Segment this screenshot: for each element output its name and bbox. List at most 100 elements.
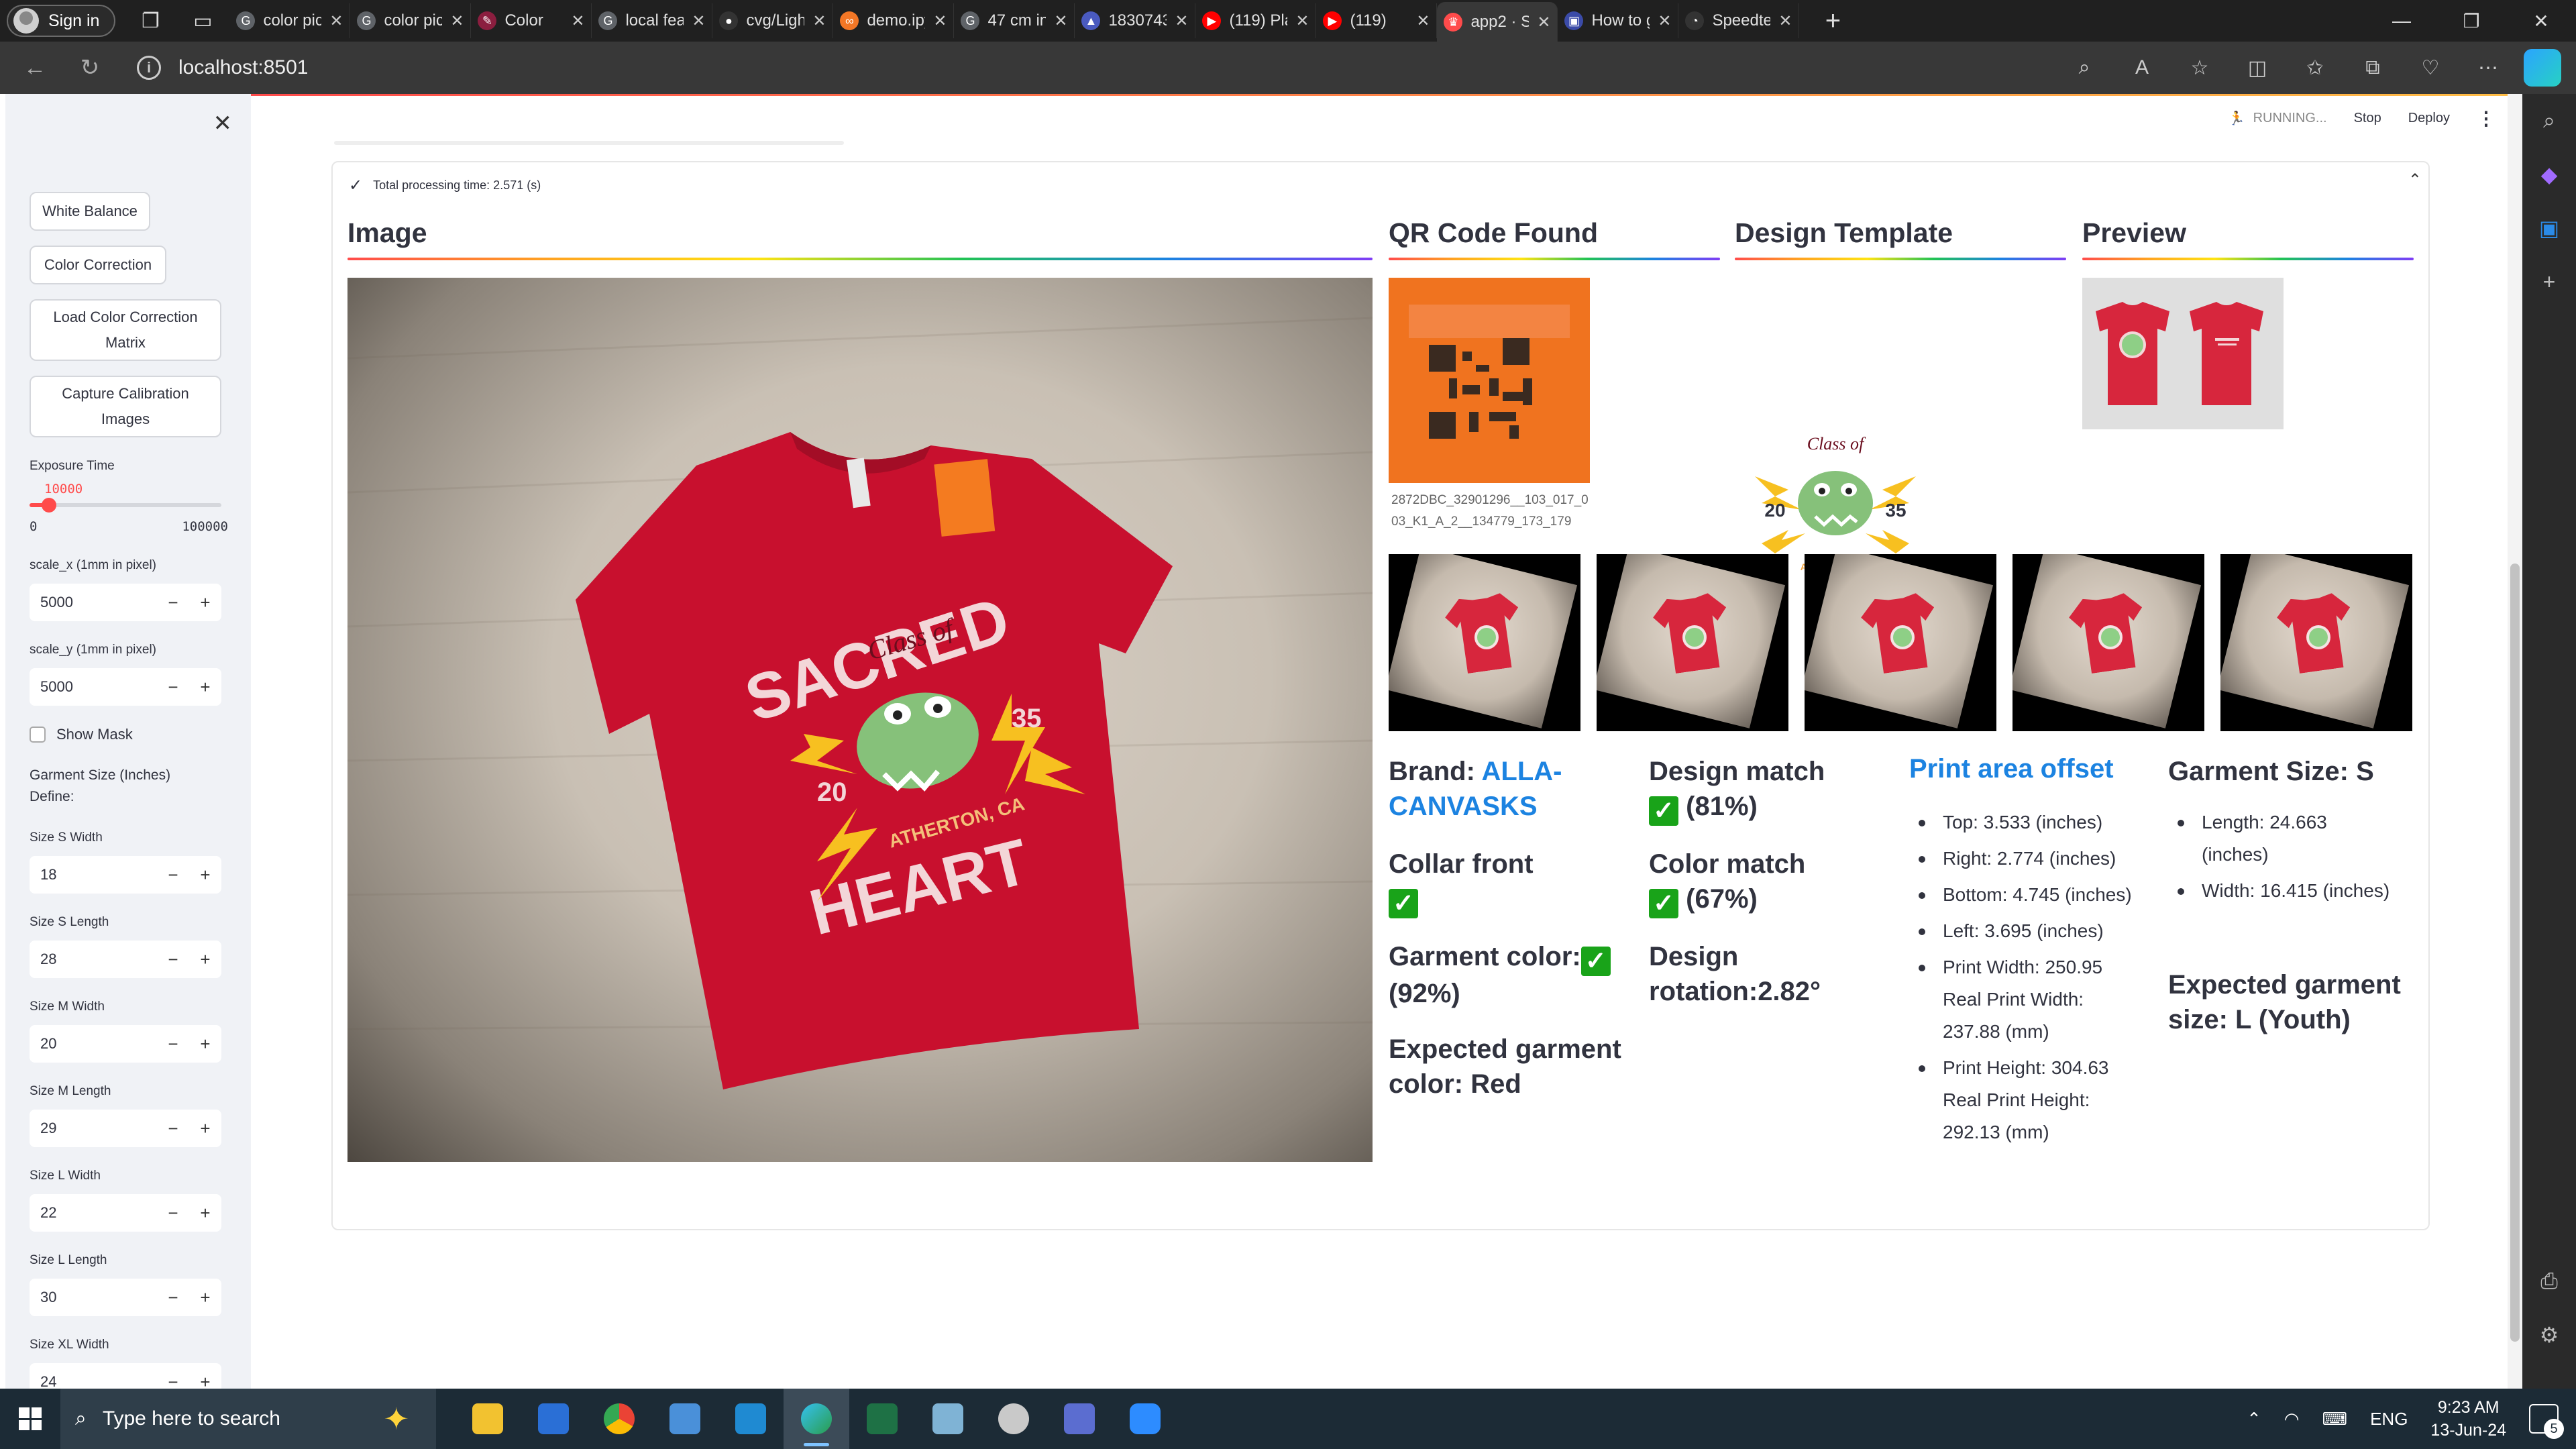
excel-app[interactable]	[849, 1389, 915, 1449]
tab-actions-icon[interactable]: ▭	[185, 3, 220, 38]
browser-tab[interactable]: ◔ Speedtest ✕	[1678, 3, 1800, 38]
collections-icon[interactable]: ⧉	[2344, 56, 2402, 79]
browser-tab[interactable]: ▶ (119) ✕	[1316, 3, 1438, 38]
zoom-icon[interactable]: ⌕	[2055, 56, 2113, 79]
close-window-button[interactable]: ✕	[2506, 0, 2576, 42]
size-number-input[interactable]: 30 − +	[30, 1279, 221, 1316]
close-tab-icon[interactable]: ✕	[1054, 11, 1067, 31]
expander-header[interactable]: ✓ Total processing time: 2.571 (s)	[349, 176, 541, 195]
browser-tab[interactable]: ● cvg/Light ✕	[712, 3, 834, 38]
browser-tab[interactable]: G 47 cm in ✕	[954, 3, 1075, 38]
capture-calibration-images-button[interactable]: Capture Calibration Images	[30, 376, 221, 437]
size-decrement-button[interactable]: −	[157, 1203, 189, 1224]
file-explorer-app[interactable]	[455, 1389, 521, 1449]
show-mask-checkbox[interactable]: Show Mask	[30, 726, 133, 743]
split-screen-icon[interactable]: ◫	[2229, 56, 2286, 80]
close-tab-icon[interactable]: ✕	[1778, 11, 1792, 31]
size-number-input[interactable]: 18 − +	[30, 856, 221, 894]
color-correction-button[interactable]: Color Correction	[30, 246, 166, 284]
size-decrement-button[interactable]: −	[157, 1118, 189, 1139]
back-button[interactable]: ←	[15, 48, 55, 88]
exposure-slider-handle[interactable]	[41, 498, 56, 513]
outlook-icon[interactable]: ▣	[2522, 201, 2576, 255]
scale-x-increment-button[interactable]: +	[189, 592, 221, 613]
read-aloud-icon[interactable]: A	[2113, 56, 2171, 79]
vscode-app[interactable]	[718, 1389, 784, 1449]
workspaces-icon[interactable]: ❐	[133, 3, 168, 38]
close-tab-icon[interactable]: ✕	[1295, 11, 1309, 31]
browser-essentials-icon[interactable]: ♡	[2402, 56, 2459, 80]
size-number-input[interactable]: 24 − +	[30, 1363, 221, 1389]
size-increment-button[interactable]: +	[189, 1287, 221, 1308]
screenshot-icon[interactable]: ⎙	[2522, 1254, 2576, 1308]
remote-desktop-app[interactable]	[652, 1389, 718, 1449]
print-area-offset-link[interactable]: Print area offset	[1909, 754, 2114, 784]
deploy-button[interactable]: Deploy	[2408, 111, 2450, 126]
wifi-icon[interactable]: ◠	[2284, 1409, 2300, 1430]
scale-y-increment-button[interactable]: +	[189, 677, 221, 698]
calculator-app[interactable]	[1046, 1389, 1112, 1449]
clock[interactable]: 9:23 AM 13-Jun-24	[2430, 1396, 2506, 1442]
close-tab-icon[interactable]: ✕	[1658, 11, 1671, 31]
settings-gear-icon[interactable]: ⚙	[2522, 1308, 2576, 1362]
exposure-slider[interactable]	[30, 498, 221, 513]
site-info-icon[interactable]: i	[137, 56, 161, 80]
new-tab-button[interactable]: +	[1815, 3, 1850, 38]
paint-app[interactable]	[981, 1389, 1046, 1449]
scale-y-decrement-button[interactable]: −	[157, 677, 189, 698]
refresh-button[interactable]: ↻	[70, 48, 110, 88]
add-sidebar-app-icon[interactable]: +	[2522, 255, 2576, 309]
browser-tab[interactable]: ▣ How to g ✕	[1558, 3, 1679, 38]
copilot-sidebar-icon[interactable]: ◆	[2522, 148, 2576, 201]
close-tab-icon[interactable]: ✕	[933, 11, 947, 31]
main-menu-icon[interactable]: ⋮	[2477, 107, 2496, 129]
size-increment-button[interactable]: +	[189, 1203, 221, 1224]
size-increment-button[interactable]: +	[189, 1372, 221, 1389]
size-decrement-button[interactable]: −	[157, 1372, 189, 1389]
size-decrement-button[interactable]: −	[157, 865, 189, 885]
close-tab-icon[interactable]: ✕	[329, 11, 343, 31]
notifications-icon[interactable]: 5	[2529, 1404, 2564, 1439]
browser-tab[interactable]: ♛ app2 · Str ✕	[1437, 2, 1558, 42]
close-tab-icon[interactable]: ✕	[1537, 13, 1550, 32]
stop-button[interactable]: Stop	[2354, 111, 2381, 126]
close-tab-icon[interactable]: ✕	[812, 11, 826, 31]
notes-app[interactable]	[915, 1389, 981, 1449]
close-tab-icon[interactable]: ✕	[1416, 11, 1430, 31]
scale-y-input[interactable]: 5000 − +	[30, 668, 221, 706]
browser-tab[interactable]: Gcolor pick ✕	[229, 3, 351, 38]
restore-button[interactable]: ❐	[2436, 0, 2506, 42]
more-menu-icon[interactable]: ⋯	[2459, 56, 2517, 80]
taskbar-search-box[interactable]: ⌕ Type here to search ✦	[60, 1389, 436, 1449]
copilot-icon[interactable]	[2524, 49, 2561, 87]
browser-tab[interactable]: ▶ (119) Play ✕	[1195, 3, 1317, 38]
close-tab-icon[interactable]: ✕	[571, 11, 584, 31]
chrome-app[interactable]	[586, 1389, 652, 1449]
size-number-input[interactable]: 20 − +	[30, 1025, 221, 1063]
size-increment-button[interactable]: +	[189, 865, 221, 885]
size-number-input[interactable]: 29 − +	[30, 1110, 221, 1147]
size-decrement-button[interactable]: −	[157, 1034, 189, 1055]
scale-x-input[interactable]: 5000 − +	[30, 584, 221, 621]
size-increment-button[interactable]: +	[189, 1034, 221, 1055]
sign-in-button[interactable]: Sign in	[7, 5, 116, 37]
edge-app[interactable]	[784, 1389, 849, 1449]
zoom-app[interactable]	[1112, 1389, 1178, 1449]
keyboard-icon[interactable]: ⌨	[2322, 1409, 2348, 1430]
collapse-chevron-icon[interactable]: ⌃	[2408, 170, 2422, 190]
page-scrollbar[interactable]	[2508, 94, 2522, 1389]
load-color-correction-matrix-button[interactable]: Load Color Correction Matrix	[30, 299, 221, 361]
size-number-input[interactable]: 28 − +	[30, 941, 221, 978]
browser-tab[interactable]: ▲ 1830743_ ✕	[1075, 3, 1196, 38]
size-increment-button[interactable]: +	[189, 1118, 221, 1139]
show-hidden-icons-icon[interactable]: ⌃	[2247, 1409, 2261, 1430]
browser-tab[interactable]: ∞ demo.ipy ✕	[833, 3, 955, 38]
close-tab-icon[interactable]: ✕	[450, 11, 464, 31]
size-number-input[interactable]: 22 − +	[30, 1194, 221, 1232]
close-sidebar-icon[interactable]: ✕	[213, 110, 233, 137]
browser-tab[interactable]: Gcolor pick ✕	[350, 3, 472, 38]
language-indicator[interactable]: ENG	[2370, 1409, 2408, 1430]
checkbox-box[interactable]	[30, 727, 46, 743]
size-decrement-button[interactable]: −	[157, 1287, 189, 1308]
size-decrement-button[interactable]: −	[157, 949, 189, 970]
